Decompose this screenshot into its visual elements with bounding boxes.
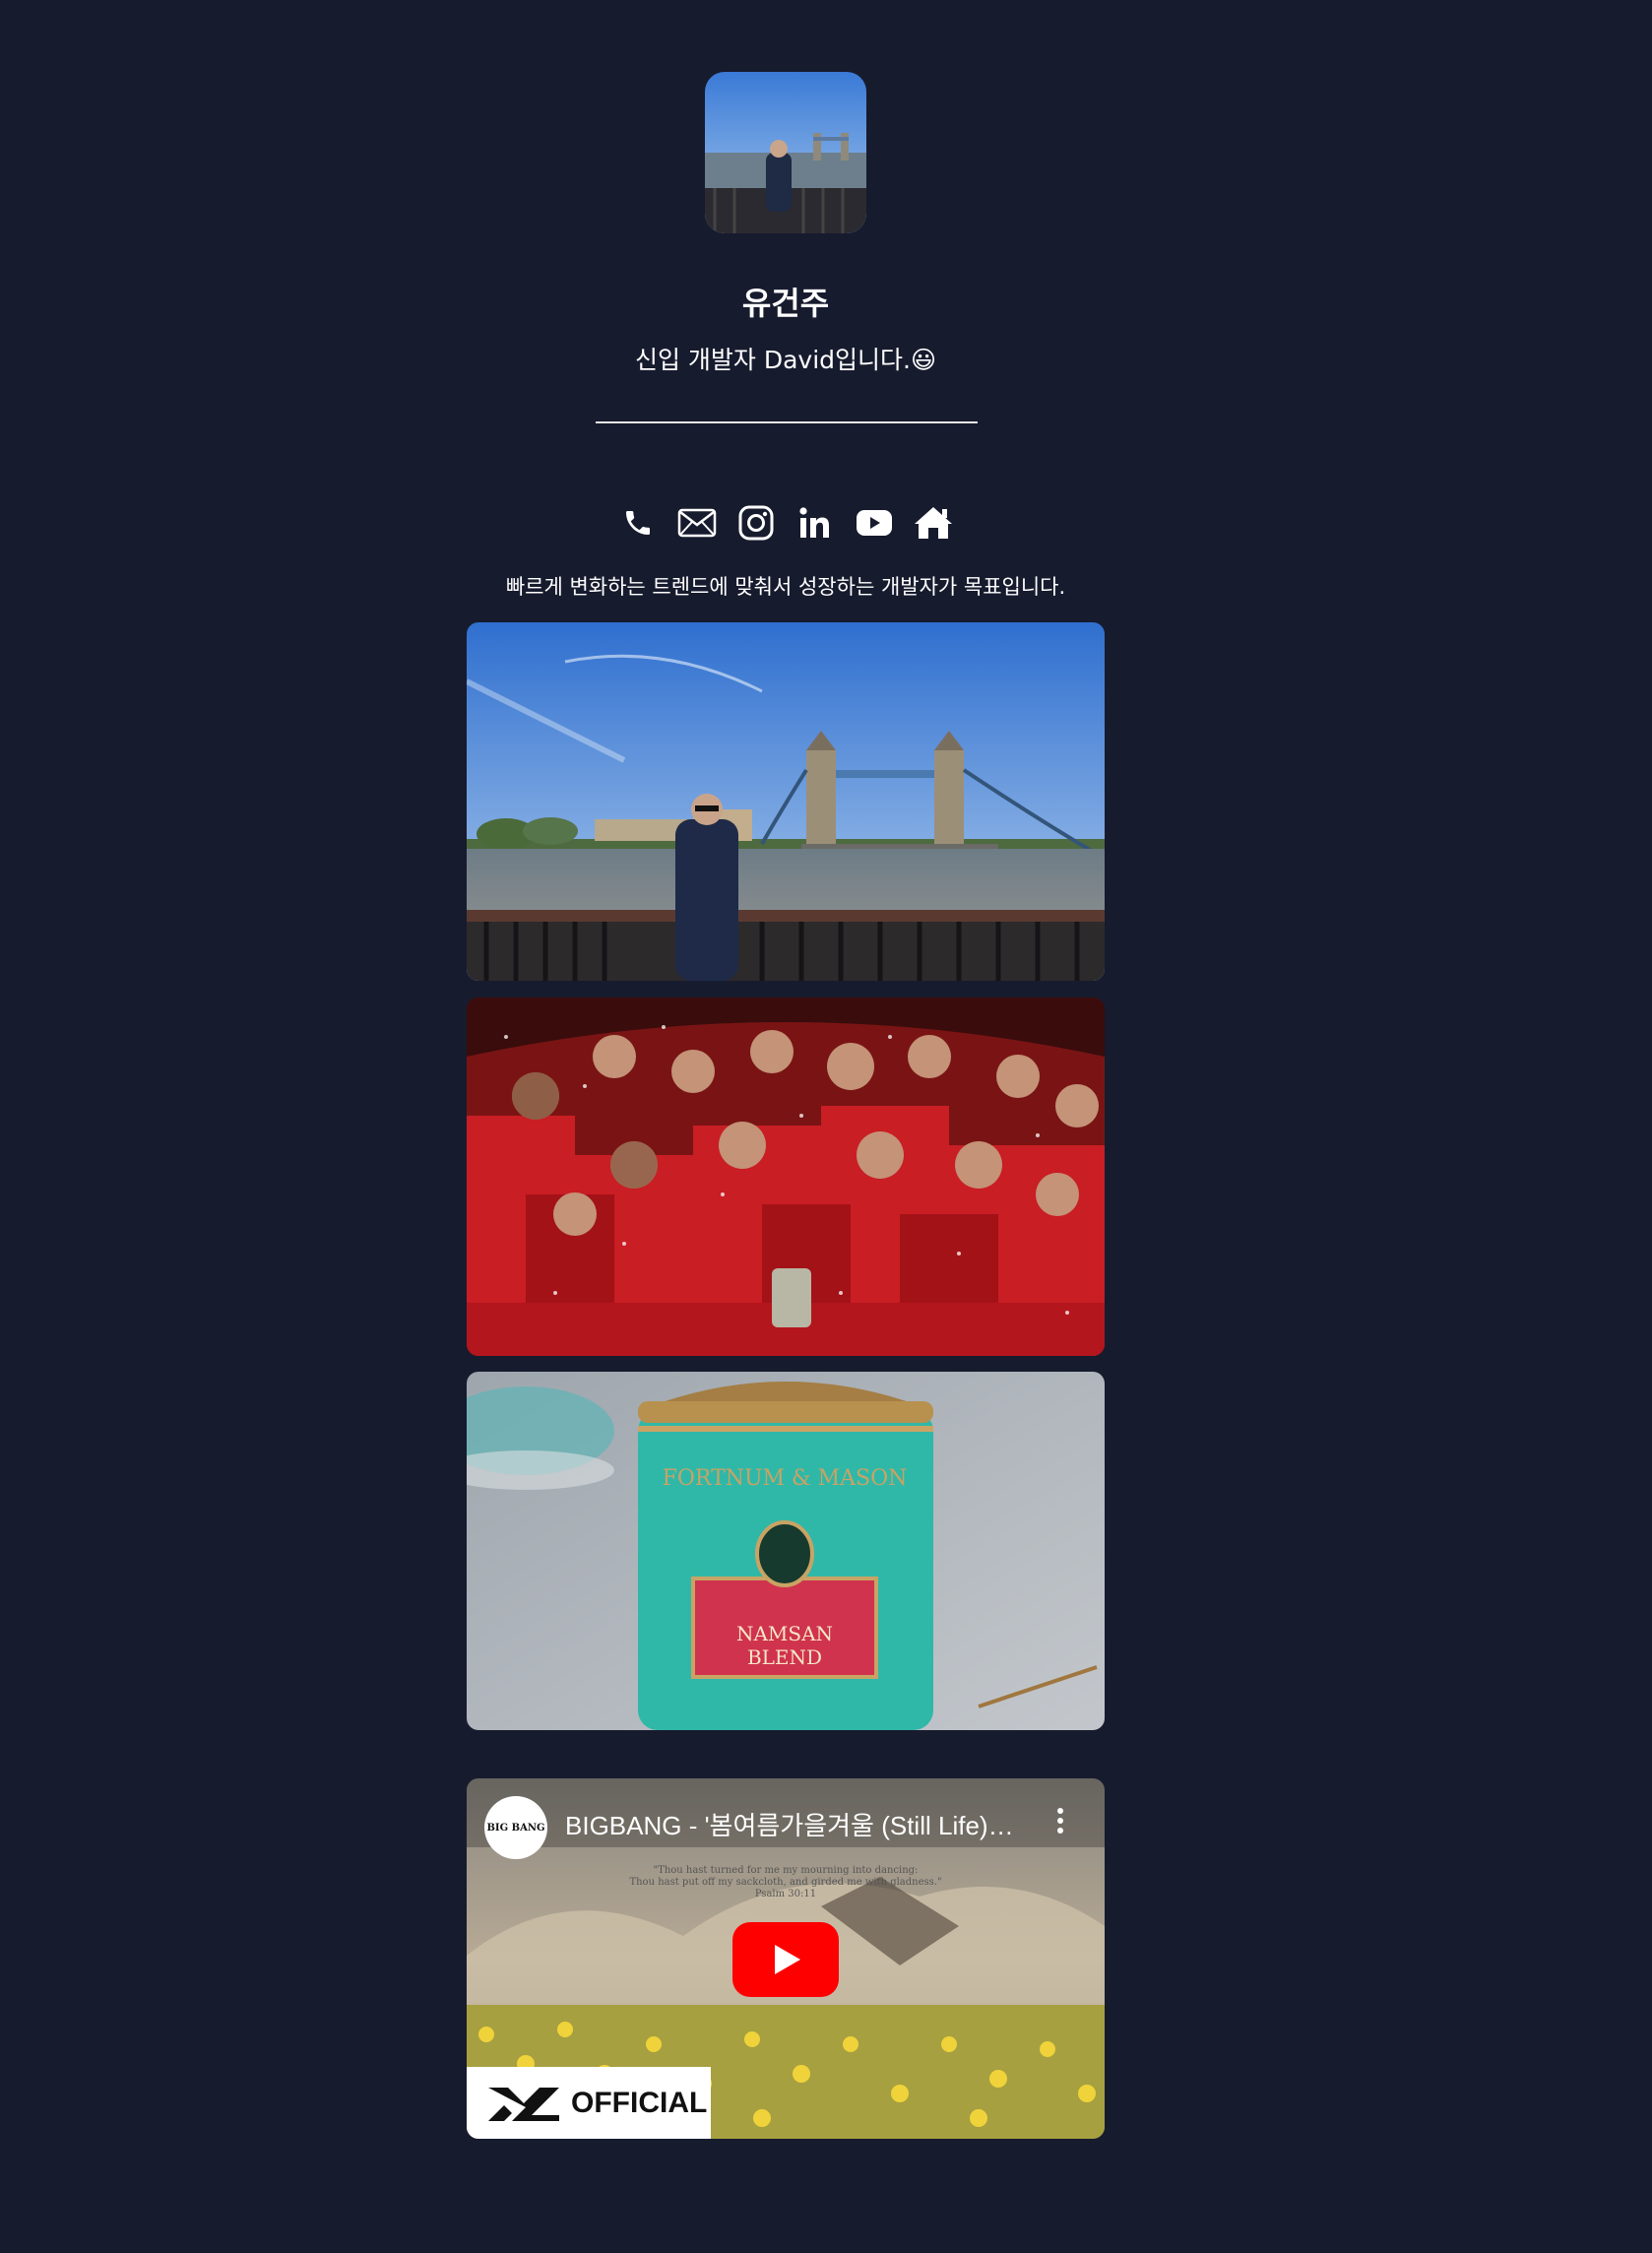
photo-tea-tin[interactable]: FORTNUM & MASON NAMSAN BLEND (467, 1372, 1105, 1730)
phone-icon[interactable] (617, 500, 659, 546)
mail-icon[interactable] (676, 500, 718, 546)
official-badge-text: OFFICIAL (571, 2086, 708, 2119)
video-title[interactable]: BIGBANG - '봄여름가을겨울 (Still Life)' M/V (565, 1806, 1018, 1842)
tin-label-line2: BLEND (747, 1645, 822, 1669)
profile-avatar (705, 72, 866, 233)
video-quote-1: "Thou hast turned for me my mourning int… (654, 1865, 919, 1876)
play-icon (775, 1945, 800, 1974)
channel-logo-text: BIG BANG (486, 1822, 545, 1834)
yg-logo-icon (488, 2087, 559, 2121)
home-icon[interactable] (913, 500, 954, 546)
video-quote-3: Psalm 30:11 (755, 1889, 816, 1899)
tagline: 빠르게 변화하는 트렌드에 맞춰서 성장하는 개발자가 목표입니다. (505, 575, 1066, 599)
instagram-icon[interactable] (735, 500, 777, 546)
video-quote-2: Thou hast put off my sackcloth, and gird… (629, 1877, 941, 1888)
youtube-icon[interactable] (854, 500, 895, 546)
divider (596, 421, 978, 423)
play-button[interactable] (732, 1922, 839, 1997)
social-icons (0, 500, 1571, 546)
linkedin-icon[interactable] (794, 500, 836, 546)
photo-team-celebration[interactable] (467, 998, 1105, 1356)
profile-name: 유건주 (741, 285, 830, 322)
youtube-video-embed[interactable]: "Thou hast turned for me my mourning int… (467, 1778, 1105, 2139)
more-options-icon[interactable] (1046, 1806, 1075, 1835)
channel-logo[interactable]: BIG BANG (484, 1796, 547, 1859)
profile-intro: 신입 개발자 David입니다.😃 (634, 346, 937, 374)
tin-brand-text: FORTNUM & MASON (663, 1466, 908, 1491)
official-badge: OFFICIAL (467, 2067, 711, 2139)
photo-tower-bridge[interactable] (467, 622, 1105, 981)
tin-label-line1: NAMSAN (736, 1622, 833, 1645)
